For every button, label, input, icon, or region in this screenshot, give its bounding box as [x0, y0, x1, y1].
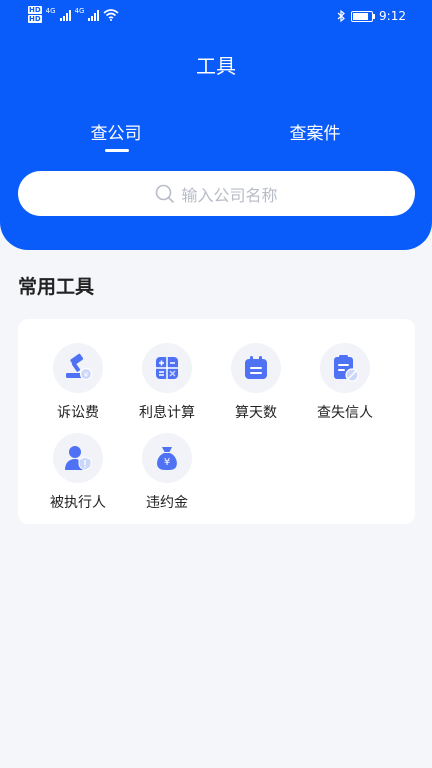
- network-type-label: 4G: [45, 6, 56, 15]
- wifi-icon: [103, 8, 119, 21]
- tool-label: 算天数: [235, 405, 277, 421]
- person-alert-icon: [65, 446, 92, 471]
- hd-badge: HD: [28, 6, 42, 14]
- page-title: 工具: [196, 54, 236, 78]
- hd-badge: HD: [28, 15, 42, 23]
- clock: 9:12: [379, 9, 406, 23]
- signal-icon: [88, 9, 100, 21]
- search-input[interactable]: 输入公司名称: [18, 171, 415, 216]
- active-tab-indicator: [105, 149, 129, 152]
- section-title: 常用工具: [18, 276, 95, 298]
- tools-card: ¥ 诉讼费 利息计算 算天数 查失信人 被执行人 ¥ 违约金: [18, 319, 415, 524]
- tab-case[interactable]: 查案件: [255, 119, 375, 144]
- hd-badges: HD HD: [28, 6, 42, 23]
- tool-interest-calc[interactable]: 利息计算: [122, 343, 212, 422]
- tool-penalty[interactable]: ¥ 违约金: [122, 433, 212, 512]
- tool-day-count[interactable]: 算天数: [211, 343, 301, 422]
- tool-executed-person[interactable]: 被执行人: [33, 433, 123, 512]
- calendar-icon: [245, 356, 267, 379]
- tool-label: 诉讼费: [57, 405, 99, 421]
- tool-label: 违约金: [146, 495, 188, 511]
- tab-company[interactable]: 查公司: [56, 119, 176, 144]
- svg-text:¥: ¥: [84, 371, 89, 379]
- signal-icon: [59, 9, 71, 21]
- tool-label: 利息计算: [139, 405, 195, 421]
- bluetooth-icon: [337, 10, 345, 22]
- tool-label: 查失信人: [317, 405, 373, 421]
- tool-litigation-fee[interactable]: ¥ 诉讼费: [33, 343, 123, 422]
- battery-icon: [351, 10, 376, 22]
- svg-text:¥: ¥: [164, 457, 170, 468]
- money-bag-icon: ¥: [157, 447, 177, 470]
- search-placeholder: 输入公司名称: [181, 185, 278, 205]
- search-icon: [156, 184, 175, 203]
- gavel-yuan-icon: ¥: [66, 353, 93, 381]
- tool-dishonest-search[interactable]: 查失信人: [300, 343, 390, 422]
- network-type-label: 4G: [74, 6, 85, 15]
- calculator-icon: [156, 357, 178, 379]
- blacklist-document-icon: [334, 355, 359, 382]
- status-bar: HD HD 4G 4G 9:12: [0, 0, 432, 36]
- tool-label: 被执行人: [50, 495, 106, 511]
